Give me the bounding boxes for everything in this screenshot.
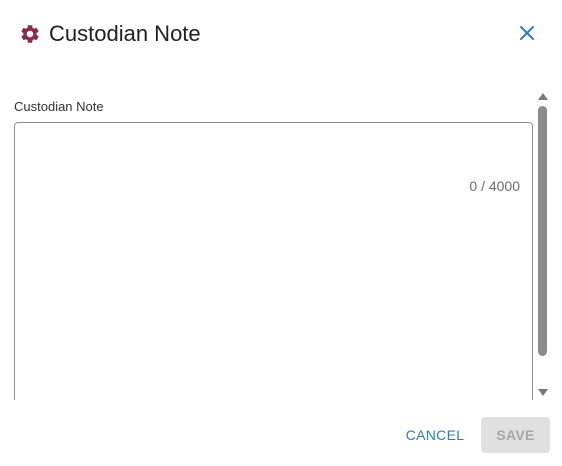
scroll-up-arrow-icon[interactable] [538, 93, 548, 100]
custodian-note-textarea[interactable] [14, 122, 533, 400]
cancel-button[interactable]: CANCEL [400, 417, 470, 453]
scrollbar-thumb[interactable] [538, 106, 547, 356]
dialog-header: Custodian Note [0, 0, 562, 68]
custodian-note-label: Custodian Note [14, 99, 104, 114]
dialog-title: Custodian Note [49, 21, 201, 46]
character-counter: 0 / 4000 [469, 178, 520, 194]
scroll-down-arrow-icon[interactable] [538, 389, 548, 396]
save-button[interactable]: SAVE [481, 417, 550, 453]
dialog-content: Custodian Note [0, 90, 562, 400]
gear-icon [19, 23, 41, 45]
close-button[interactable] [512, 20, 542, 50]
close-icon [519, 25, 535, 46]
dialog-footer: CANCEL SAVE [0, 400, 562, 466]
